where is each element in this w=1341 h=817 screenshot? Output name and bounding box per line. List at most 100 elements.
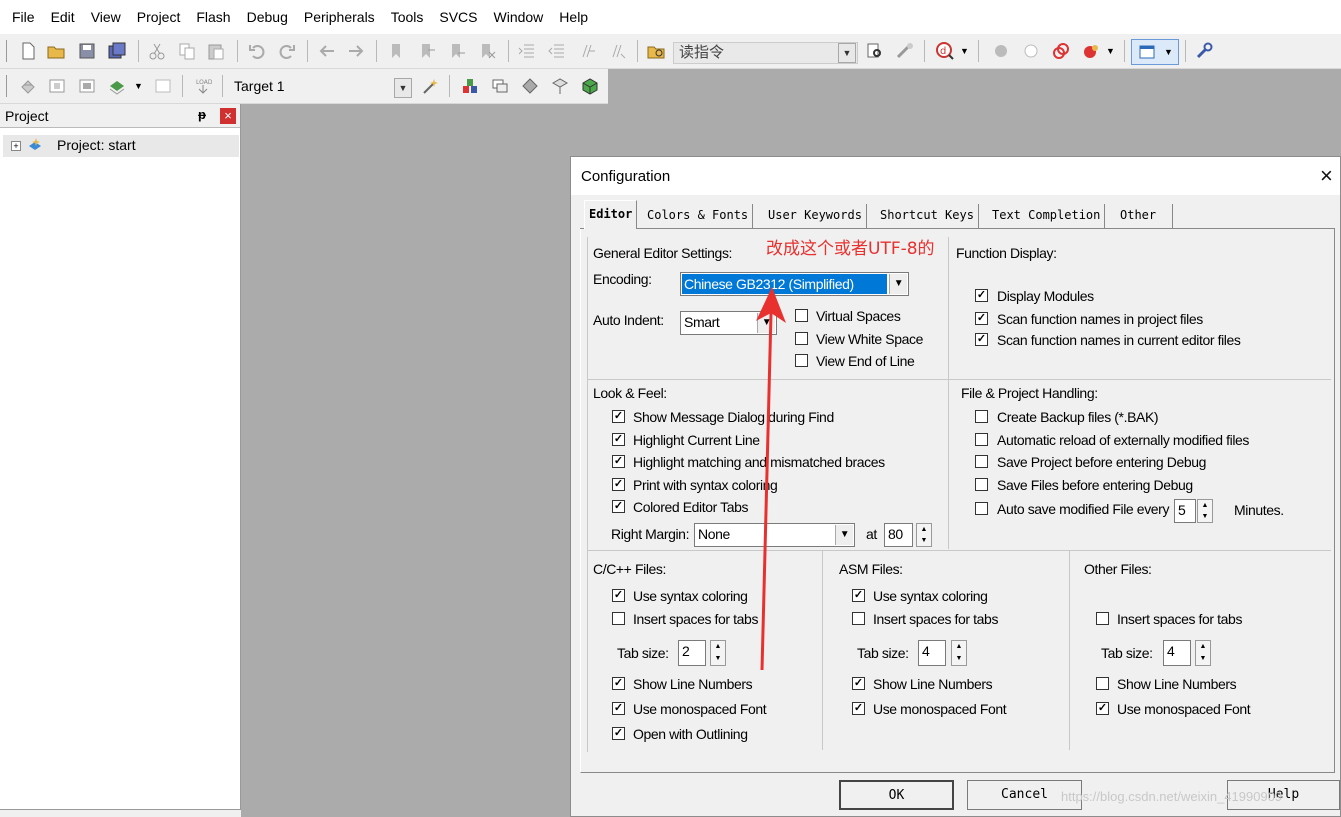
menu-peripherals[interactable]: Peripherals — [296, 9, 383, 25]
auto-save-checkbox[interactable] — [975, 502, 988, 515]
stop-build-icon[interactable] — [154, 77, 172, 95]
find-icon[interactable] — [866, 42, 884, 60]
cube-pack-icon[interactable] — [581, 77, 599, 95]
dialog-close-icon[interactable]: × — [1320, 163, 1333, 189]
other-tab-size-input[interactable]: 4 — [1163, 640, 1191, 666]
redo-icon[interactable] — [278, 42, 296, 60]
batch-build-dropdown-arrow[interactable]: ▼ — [134, 81, 143, 91]
debug-dropdown-arrow[interactable]: ▼ — [960, 46, 969, 56]
display-modules-checkbox[interactable]: ✓ — [975, 289, 988, 302]
menu-flash[interactable]: Flash — [188, 9, 238, 25]
target-select[interactable]: Target 1 — [228, 76, 413, 98]
menu-project[interactable]: Project — [129, 9, 189, 25]
toolbar-grip[interactable] — [6, 75, 7, 97]
auto-reload-checkbox[interactable] — [975, 433, 988, 446]
find-combo-dropdown[interactable]: ▼ — [838, 43, 856, 63]
incremental-find-icon[interactable] — [896, 42, 914, 60]
tab-editor[interactable]: Editor — [584, 200, 638, 229]
highlight-current-line-checkbox[interactable]: ✓ — [612, 433, 625, 446]
debug-session-icon[interactable]: d — [935, 41, 955, 61]
navigate-forward-icon[interactable] — [347, 42, 365, 60]
tab-colors-fonts[interactable]: Colors & Fonts — [643, 204, 754, 228]
open-folder-icon[interactable] — [47, 42, 65, 60]
indent-icon[interactable] — [518, 42, 536, 60]
previous-bookmark-icon[interactable] — [418, 42, 436, 60]
clear-bookmarks-icon[interactable] — [478, 42, 496, 60]
tab-text-completion[interactable]: Text Completion — [988, 204, 1106, 228]
tab-user-keywords[interactable]: User Keywords — [764, 204, 867, 228]
show-message-dialog-checkbox[interactable]: ✓ — [612, 410, 625, 423]
create-backup-checkbox[interactable] — [975, 410, 988, 423]
asm-line-numbers-checkbox[interactable]: ✓ — [852, 677, 865, 690]
manage-project-items-icon[interactable] — [461, 77, 479, 95]
menu-window[interactable]: Window — [486, 9, 552, 25]
disable-breakpoint-icon[interactable] — [1022, 42, 1040, 60]
select-packs-icon[interactable] — [491, 77, 509, 95]
paste-icon[interactable] — [207, 42, 225, 60]
other-monospaced-checkbox[interactable]: ✓ — [1096, 702, 1109, 715]
right-margin-column-input[interactable]: 80 — [884, 523, 913, 547]
menu-svcs[interactable]: SVCS — [431, 9, 485, 25]
find-combo[interactable]: 读指令 — [673, 42, 858, 64]
pack-installer-icon[interactable] — [551, 77, 569, 95]
disable-all-breakpoints-icon[interactable] — [1052, 42, 1070, 60]
cpp-monospaced-checkbox[interactable]: ✓ — [612, 702, 625, 715]
kill-breakpoints-icon[interactable] — [1082, 42, 1100, 60]
undo-icon[interactable] — [248, 42, 266, 60]
new-file-icon[interactable] — [19, 42, 37, 60]
scan-editor-files-checkbox[interactable]: ✓ — [975, 333, 988, 346]
auto-save-spinner[interactable]: ▲ ▼ — [1197, 499, 1213, 523]
other-line-numbers-checkbox[interactable] — [1096, 677, 1109, 690]
scan-project-files-checkbox[interactable]: ✓ — [975, 312, 988, 325]
target-options-icon[interactable] — [421, 77, 439, 95]
pin-icon[interactable]: ᵽ — [198, 107, 206, 122]
other-tab-size-spinner[interactable]: ▲ ▼ — [1195, 640, 1211, 666]
right-margin-dropdown-arrow[interactable]: ▼ — [835, 525, 853, 545]
rebuild-icon[interactable] — [78, 77, 96, 95]
build-icon[interactable] — [48, 77, 66, 95]
menu-help[interactable]: Help — [551, 9, 596, 25]
unindent-icon[interactable] — [548, 42, 566, 60]
close-pane-icon[interactable]: × — [220, 108, 236, 124]
menu-debug[interactable]: Debug — [239, 9, 296, 25]
menu-tools[interactable]: Tools — [383, 9, 432, 25]
cpp-line-numbers-checkbox[interactable]: ✓ — [612, 677, 625, 690]
window-layout-button[interactable]: ▼ — [1131, 39, 1179, 65]
asm-syntax-coloring-checkbox[interactable]: ✓ — [852, 589, 865, 602]
menu-view[interactable]: View — [83, 9, 129, 25]
other-insert-spaces-checkbox[interactable] — [1096, 612, 1109, 625]
cpp-tab-size-input[interactable]: 2 — [678, 640, 706, 666]
uncomment-icon[interactable] — [608, 42, 626, 60]
find-in-files-icon[interactable] — [647, 42, 665, 60]
asm-monospaced-checkbox[interactable]: ✓ — [852, 702, 865, 715]
asm-tab-size-input[interactable]: 4 — [918, 640, 946, 666]
manage-rte-icon[interactable] — [521, 77, 539, 95]
cpp-tab-size-spinner[interactable]: ▲ ▼ — [710, 640, 726, 666]
save-files-debug-checkbox[interactable] — [975, 478, 988, 491]
encoding-dropdown-arrow[interactable]: ▼ — [889, 274, 907, 294]
translate-icon[interactable] — [19, 77, 37, 95]
menu-edit[interactable]: Edit — [43, 9, 83, 25]
cpp-insert-spaces-checkbox[interactable] — [612, 612, 625, 625]
menu-file[interactable]: File — [4, 9, 43, 25]
next-bookmark-icon[interactable] — [448, 42, 466, 60]
expand-icon[interactable]: + — [11, 141, 21, 151]
ok-button[interactable]: OK — [839, 780, 954, 810]
colored-editor-tabs-checkbox[interactable]: ✓ — [612, 500, 625, 513]
cpp-outlining-checkbox[interactable]: ✓ — [612, 727, 625, 740]
breakpoint-dropdown-arrow[interactable]: ▼ — [1106, 46, 1115, 56]
tab-shortcut-keys[interactable]: Shortcut Keys — [876, 204, 979, 228]
configuration-wrench-icon[interactable] — [1195, 42, 1213, 60]
asm-tab-size-spinner[interactable]: ▲ ▼ — [951, 640, 967, 666]
cut-icon[interactable] — [148, 42, 166, 60]
asm-insert-spaces-checkbox[interactable] — [852, 612, 865, 625]
save-project-debug-checkbox[interactable] — [975, 455, 988, 468]
breakpoint-icon[interactable] — [992, 42, 1010, 60]
print-syntax-coloring-checkbox[interactable]: ✓ — [612, 478, 625, 491]
navigate-back-icon[interactable] — [318, 42, 336, 60]
cpp-syntax-coloring-checkbox[interactable]: ✓ — [612, 589, 625, 602]
copy-icon[interactable] — [178, 42, 196, 60]
right-margin-spinner[interactable]: ▲ ▼ — [916, 523, 932, 547]
insert-bookmark-icon[interactable] — [388, 42, 406, 60]
target-select-dropdown[interactable]: ▼ — [394, 78, 412, 98]
